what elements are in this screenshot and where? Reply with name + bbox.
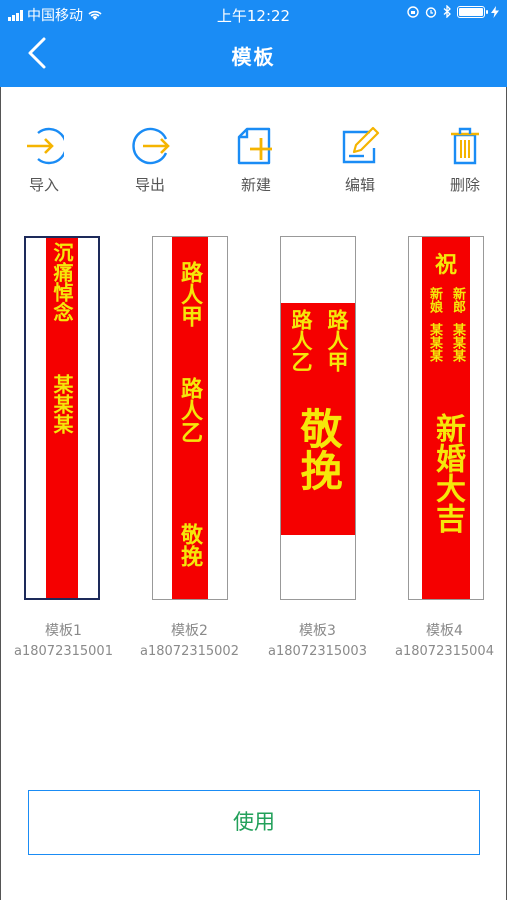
- status-bar: 中国移动 上午12:22: [0, 0, 507, 28]
- edit-label: 编辑: [344, 176, 375, 194]
- template-name: 模板1: [45, 623, 82, 639]
- battery-icon: [457, 5, 488, 18]
- new-button[interactable]: 新建: [221, 120, 291, 195]
- template-caption-2: 模板2 a18072315002: [126, 620, 253, 659]
- template-caption-1: 模板1 a18072315001: [0, 620, 127, 659]
- import-label: 导入: [28, 176, 59, 194]
- template-card-2[interactable]: 路人甲 路人乙 敬挽: [152, 236, 228, 600]
- banner-big-text: 敬挽: [294, 407, 343, 491]
- edit-button[interactable]: 编辑: [325, 120, 395, 195]
- couplet-strip: 路人甲 路人乙 敬挽: [172, 237, 208, 599]
- bride-label: 新娘: [427, 287, 442, 313]
- couplet-strip: 沉痛悼念 某某某: [46, 238, 78, 598]
- template-id: a18072315004: [395, 644, 494, 659]
- couplet-text-sub: 某某某: [50, 374, 74, 434]
- couplet-text-b: 路人乙: [177, 377, 203, 443]
- delete-label: 删除: [449, 176, 480, 194]
- export-button[interactable]: 导出: [115, 120, 185, 195]
- new-file-icon: [237, 127, 272, 165]
- template-id: a18072315001: [14, 644, 113, 659]
- page-title: 模板: [231, 45, 276, 69]
- use-button[interactable]: 使用: [28, 790, 480, 855]
- template-id: a18072315003: [268, 644, 367, 659]
- banner-col-right: 路人甲: [325, 309, 350, 372]
- couplet-text-c: 敬挽: [177, 523, 203, 567]
- top-bar: 中国移动 上午12:22 模板: [0, 0, 507, 87]
- lock-rotation-icon: [407, 5, 419, 18]
- template-name: 模板3: [299, 623, 336, 639]
- export-label: 导出: [134, 176, 165, 194]
- left-edge: [0, 87, 1, 900]
- import-icon: [27, 127, 64, 165]
- template-card-1[interactable]: 沉痛悼念 某某某: [24, 236, 100, 600]
- couplet-big-text: 新婚大吉: [430, 413, 465, 533]
- template-card-3[interactable]: 路人甲 路人乙 敬挽: [280, 236, 356, 600]
- export-icon: [132, 127, 170, 165]
- import-button[interactable]: 导入: [9, 120, 79, 195]
- delete-icon: [451, 127, 479, 165]
- banner-strip: 路人甲 路人乙 敬挽: [281, 303, 355, 535]
- couplet-strip: 祝 新郎 某某某 新娘 某某某 新婚大吉: [422, 237, 470, 599]
- banner-col-left: 路人乙: [289, 309, 314, 372]
- template-id: a18072315002: [140, 644, 239, 659]
- template-name: 模板4: [426, 623, 463, 639]
- groom-name: 某某某: [450, 323, 465, 362]
- template-name: 模板2: [171, 623, 208, 639]
- groom-label: 新郎: [450, 287, 465, 313]
- couplet-text-main: 沉痛悼念: [50, 242, 74, 322]
- couplet-text-a: 路人甲: [177, 261, 203, 327]
- delete-button[interactable]: 删除: [430, 120, 500, 195]
- alarm-icon: [425, 6, 437, 18]
- template-caption-4: 模板4 a18072315004: [381, 620, 507, 659]
- edit-icon: [342, 126, 380, 164]
- bluetooth-icon: [443, 5, 451, 18]
- template-caption-3: 模板3 a18072315003: [254, 620, 381, 659]
- couplet-top-char: 祝: [434, 252, 457, 278]
- template-card-4[interactable]: 祝 新郎 某某某 新娘 某某某 新婚大吉: [408, 236, 484, 600]
- bride-name: 某某某: [427, 323, 442, 362]
- toolbar: 导入 导出 新建 编辑 删除: [0, 120, 507, 200]
- new-label: 新建: [240, 176, 271, 194]
- charging-icon: [491, 5, 499, 18]
